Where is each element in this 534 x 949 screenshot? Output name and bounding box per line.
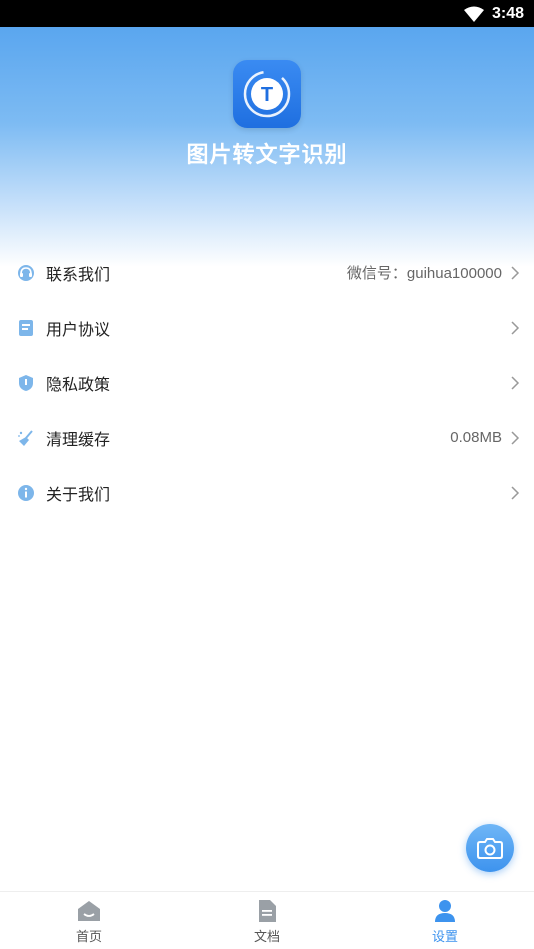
chevron-right-icon [511,320,520,335]
document-icon [255,899,279,923]
info-icon [17,484,35,502]
user-icon [433,899,457,923]
menu-item-label: 隐私政策 [46,374,111,394]
shield-icon [17,374,35,392]
menu-item-about-us[interactable]: 关于我们 [0,465,534,520]
menu-item-user-agreement[interactable]: 用户协议 [0,300,534,355]
tab-documents[interactable]: 文档 [178,892,356,949]
svg-text:T: T [261,84,273,106]
wifi-icon [463,6,484,22]
agreement-icon [17,319,35,337]
tab-home[interactable]: 首页 [0,892,178,949]
menu-item-value: 0.08MB [450,429,502,446]
tab-settings[interactable]: 设置 [356,892,534,949]
status-bar: 3:48 [0,0,534,27]
menu-item-contact-us[interactable]: 联系我们 微信号：guihua100000 [0,245,534,300]
app-logo-icon: T [243,70,291,118]
menu-item-label: 关于我们 [46,484,111,504]
chevron-right-icon [511,430,520,445]
bottom-tab-bar: 首页 文档 设置 [0,891,534,949]
camera-button[interactable] [466,824,514,872]
headset-icon [17,264,35,282]
menu-item-label: 清理缓存 [46,429,111,449]
menu-item-label: 用户协议 [46,319,111,339]
chevron-right-icon [511,265,520,280]
tab-label: 文档 [253,929,280,945]
menu-item-clear-cache[interactable]: 清理缓存 0.08MB [0,410,534,465]
settings-menu: 联系我们 微信号：guihua100000 用户协议 隐私政策 清理缓存 0.0… [0,245,534,520]
app-logo: T [233,60,301,128]
chevron-right-icon [511,485,520,500]
tab-label: 首页 [75,929,102,945]
app-title: 图片转文字识别 [186,143,348,168]
status-time: 3:48 [491,4,524,22]
menu-item-label: 联系我们 [46,264,111,284]
camera-icon [477,838,503,859]
menu-item-value: 微信号：guihua100000 [346,265,502,282]
chevron-right-icon [511,375,520,390]
menu-item-privacy-policy[interactable]: 隐私政策 [0,355,534,410]
broom-icon [17,429,35,447]
tab-label: 设置 [431,929,458,945]
home-icon [77,899,101,923]
